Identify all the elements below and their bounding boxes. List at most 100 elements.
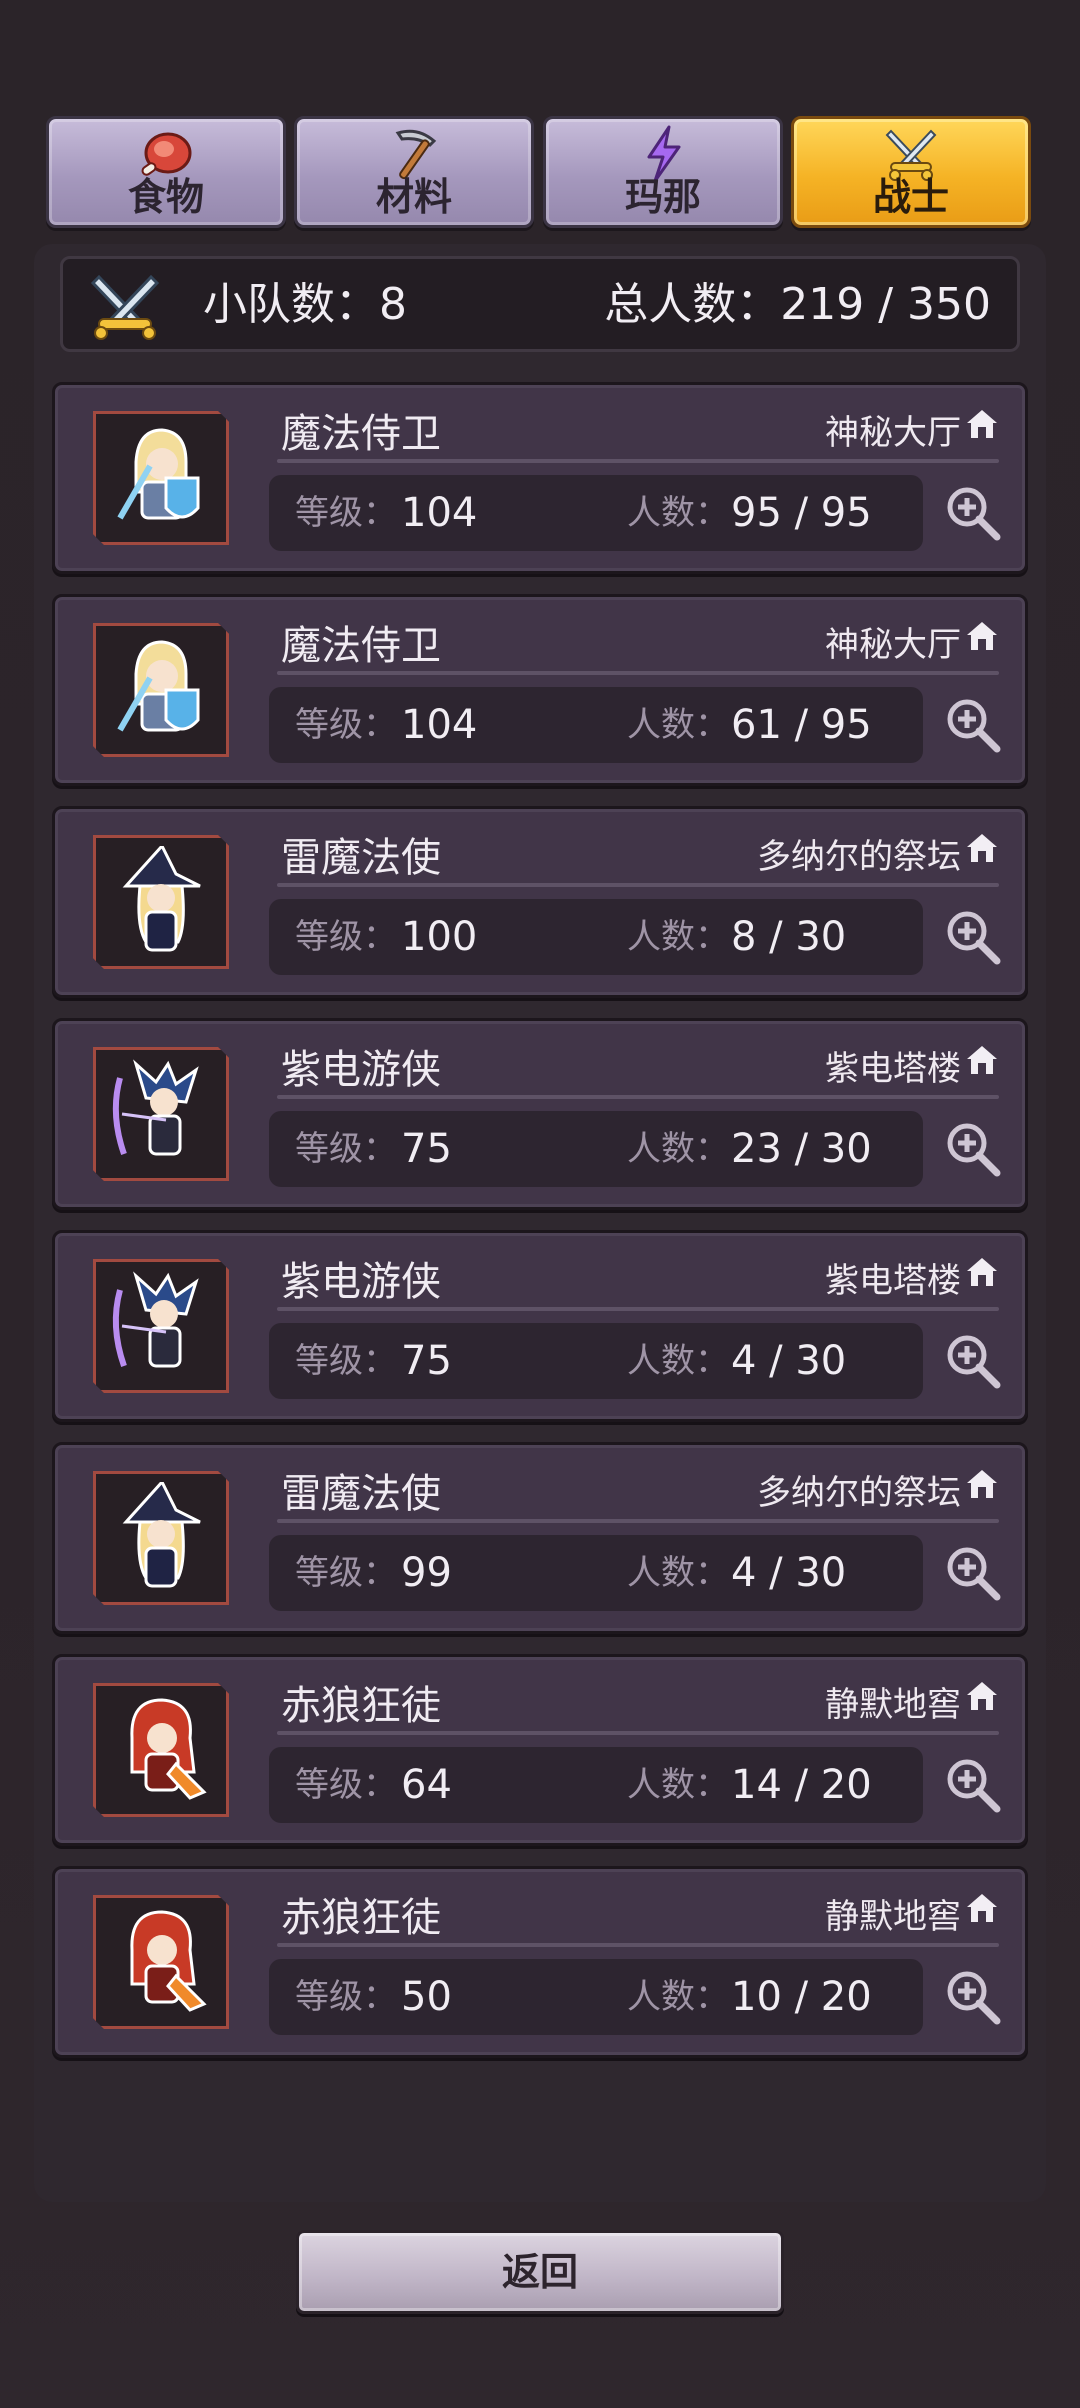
- squad-card[interactable]: 紫电游侠 紫电塔楼 等级： 75 人数： 23 / 30: [52, 1018, 1028, 1210]
- level-label: 等级：: [295, 1553, 397, 1593]
- level-label: 等级：: [295, 1977, 397, 2017]
- squad-location: 紫电塔楼: [825, 1049, 961, 1089]
- count-label: 人数：: [627, 1553, 729, 1593]
- ranger-portrait: [112, 1271, 199, 1368]
- count-label: 人数：: [627, 705, 729, 745]
- level-label: 等级：: [295, 493, 397, 533]
- count-value: 14 / 20: [731, 1762, 872, 1808]
- count-value: 4 / 30: [731, 1550, 847, 1596]
- divider: [277, 1095, 999, 1099]
- squad-portrait: [93, 1259, 229, 1393]
- squad-card[interactable]: 雷魔法使 多纳尔的祭坛 等级： 100 人数： 8 / 30: [52, 806, 1028, 998]
- level-label: 等级：: [295, 917, 397, 957]
- level-label: 等级：: [295, 1765, 397, 1805]
- tab-label: 食物: [127, 175, 204, 219]
- squad-location: 多纳尔的祭坛: [757, 837, 961, 877]
- squad-stats: 等级： 104 人数： 95 / 95: [269, 475, 923, 551]
- squad-stats: 等级： 50 人数： 10 / 20: [269, 1959, 923, 2035]
- squad-portrait: [93, 623, 229, 757]
- level-value: 75: [401, 1338, 452, 1384]
- knight-shield-portrait: [117, 640, 200, 732]
- squad-name: 赤狼狂徒: [281, 1895, 441, 1941]
- level-value: 64: [401, 1762, 452, 1808]
- level-label: 等级：: [295, 1341, 397, 1381]
- count-label: 人数：: [627, 1129, 729, 1169]
- squad-stats: 等级： 64 人数： 14 / 20: [269, 1747, 923, 1823]
- home-icon: [967, 834, 997, 862]
- witch-portrait: [122, 1482, 201, 1588]
- divider: [277, 1307, 999, 1311]
- squad-portrait: [93, 1471, 229, 1605]
- divider: [277, 671, 999, 675]
- zoom-in-icon[interactable]: [943, 907, 1003, 967]
- count-value: 10 / 20: [731, 1974, 872, 2020]
- squad-name: 雷魔法使: [281, 835, 441, 881]
- squad-count: 小队数：8: [203, 279, 407, 330]
- count-value: 8 / 30: [731, 914, 847, 960]
- squad-stats: 等级： 99 人数： 4 / 30: [269, 1535, 923, 1611]
- knight-shield-portrait: [117, 428, 200, 520]
- squad-location: 神秘大厅: [825, 625, 961, 665]
- divider: [277, 1519, 999, 1523]
- count-label: 人数：: [627, 493, 729, 533]
- squad-location: 多纳尔的祭坛: [757, 1473, 961, 1513]
- squad-card[interactable]: 雷魔法使 多纳尔的祭坛 等级： 99 人数： 4 / 30: [52, 1442, 1028, 1634]
- level-value: 50: [401, 1974, 452, 2020]
- squad-stats: 等级： 104 人数： 61 / 95: [269, 687, 923, 763]
- zoom-in-icon[interactable]: [943, 1119, 1003, 1179]
- squad-stats: 等级： 100 人数： 8 / 30: [269, 899, 923, 975]
- home-icon: [967, 622, 997, 650]
- home-icon: [967, 1894, 997, 1922]
- count-label: 人数：: [627, 917, 729, 957]
- squad-card[interactable]: 魔法侍卫 神秘大厅 等级： 104 人数： 61 / 95: [52, 594, 1028, 786]
- divider: [277, 1731, 999, 1735]
- level-label: 等级：: [295, 1129, 397, 1169]
- squad-location: 紫电塔楼: [825, 1261, 961, 1301]
- squad-stats: 等级： 75 人数： 23 / 30: [269, 1111, 923, 1187]
- zoom-in-icon[interactable]: [943, 1967, 1003, 2027]
- squad-name: 魔法侍卫: [281, 623, 441, 669]
- home-icon: [967, 410, 997, 438]
- squad-card[interactable]: 赤狼狂徒 静默地窖 等级： 64 人数： 14 / 20: [52, 1654, 1028, 1846]
- squad-name: 雷魔法使: [281, 1471, 441, 1517]
- level-value: 100: [401, 914, 478, 960]
- squad-card[interactable]: 魔法侍卫 神秘大厅 等级： 104 人数： 95 / 95: [52, 382, 1028, 574]
- count-value: 23 / 30: [731, 1126, 872, 1172]
- home-icon: [967, 1470, 997, 1498]
- squad-location: 静默地窖: [825, 1685, 961, 1725]
- tab-materials[interactable]: 材料: [294, 116, 534, 228]
- count-value: 4 / 30: [731, 1338, 847, 1384]
- tab-label: 战士: [872, 175, 949, 219]
- back-button[interactable]: 返回: [296, 2230, 784, 2314]
- squad-stats: 等级： 75 人数： 4 / 30: [269, 1323, 923, 1399]
- tab-food[interactable]: 食物: [46, 116, 286, 228]
- red-wolf-portrait: [130, 1698, 207, 1800]
- squad-name: 紫电游侠: [281, 1259, 441, 1305]
- tab-mana[interactable]: 玛那: [543, 116, 783, 228]
- ranger-portrait: [112, 1059, 199, 1156]
- zoom-in-icon[interactable]: [943, 483, 1003, 543]
- count-label: 人数：: [627, 1765, 729, 1805]
- count-label: 人数：: [627, 1977, 729, 2017]
- squad-name: 赤狼狂徒: [281, 1683, 441, 1729]
- zoom-in-icon[interactable]: [943, 1543, 1003, 1603]
- squad-card[interactable]: 紫电游侠 紫电塔楼 等级： 75 人数： 4 / 30: [52, 1230, 1028, 1422]
- count-label: 人数：: [627, 1341, 729, 1381]
- count-value: 61 / 95: [731, 702, 872, 748]
- zoom-in-icon[interactable]: [943, 1331, 1003, 1391]
- level-value: 99: [401, 1550, 452, 1596]
- zoom-in-icon[interactable]: [943, 695, 1003, 755]
- red-wolf-portrait: [130, 1910, 207, 2012]
- count-value: 95 / 95: [731, 490, 872, 536]
- squad-portrait: [93, 835, 229, 969]
- squad-name: 魔法侍卫: [281, 411, 441, 457]
- tab-label: 材料: [375, 175, 452, 219]
- tab-warriors[interactable]: 战士: [791, 116, 1031, 228]
- squad-portrait: [93, 411, 229, 545]
- divider: [277, 459, 999, 463]
- zoom-in-icon[interactable]: [943, 1755, 1003, 1815]
- squad-card[interactable]: 赤狼狂徒 静默地窖 等级： 50 人数： 10 / 20: [52, 1866, 1028, 2058]
- home-icon: [967, 1258, 997, 1286]
- squad-location: 静默地窖: [825, 1897, 961, 1937]
- total-members: 总人数：219 / 350: [604, 279, 991, 330]
